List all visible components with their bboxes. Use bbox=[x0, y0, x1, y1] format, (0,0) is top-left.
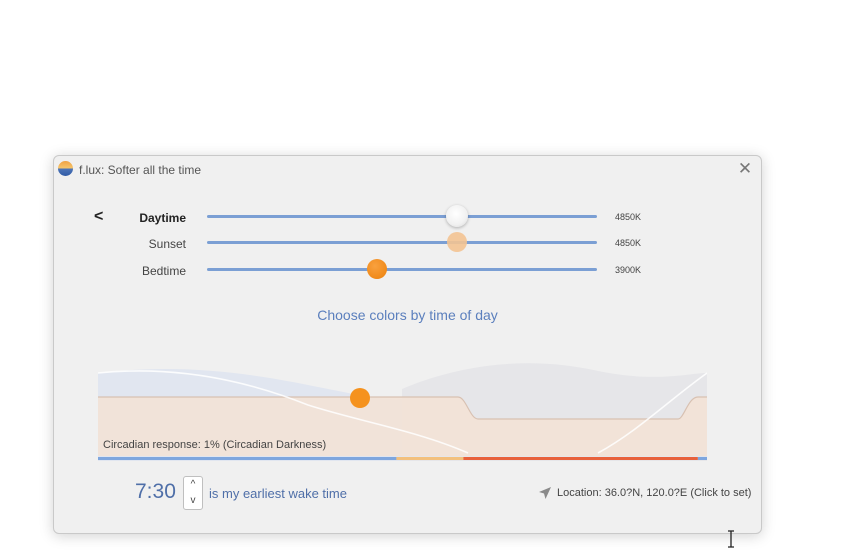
text-cursor-icon bbox=[728, 530, 734, 548]
stepper-down-icon[interactable]: v bbox=[184, 493, 202, 509]
bedtime-label: Bedtime bbox=[141, 264, 186, 278]
back-button[interactable]: < bbox=[94, 208, 103, 226]
daytime-slider-thumb[interactable] bbox=[445, 205, 468, 227]
choose-colors-link[interactable]: Choose colors by time of day bbox=[54, 307, 761, 323]
current-time-marker[interactable] bbox=[350, 388, 370, 408]
stepper-up-icon[interactable]: ^ bbox=[184, 477, 202, 493]
sunset-value: 4850K bbox=[615, 238, 642, 248]
title-bar: f.lux: Softer all the time ✕ bbox=[54, 156, 761, 183]
daytime-value: 4850K bbox=[615, 212, 642, 222]
daytime-slider[interactable] bbox=[207, 215, 597, 218]
window-title: f.lux: Softer all the time bbox=[79, 163, 202, 177]
timeline-segment-1 bbox=[396, 457, 464, 460]
circadian-response-text: Circadian response: 1% (Circadian Darkne… bbox=[103, 439, 327, 451]
daytime-label: Daytime bbox=[139, 211, 186, 225]
bedtime-slider[interactable] bbox=[207, 268, 597, 271]
sunset-label: Sunset bbox=[148, 237, 186, 251]
timeline-bar bbox=[98, 457, 707, 460]
location-link[interactable]: Location: 36.0?N, 120.0?E (Click to set) bbox=[557, 487, 751, 499]
location-arrow-icon[interactable] bbox=[538, 486, 552, 500]
bedtime-value: 3900K bbox=[615, 265, 642, 275]
wake-time-label: is my earliest wake time bbox=[209, 486, 347, 501]
sunset-slider[interactable] bbox=[207, 241, 597, 244]
wake-time-value[interactable]: 7:30 bbox=[135, 480, 176, 504]
wake-time-stepper[interactable]: ^ v bbox=[183, 476, 203, 510]
timeline-segment-0 bbox=[98, 457, 397, 460]
flux-window: f.lux: Softer all the time ✕ < Daytime 4… bbox=[53, 155, 762, 534]
close-button[interactable]: ✕ bbox=[733, 158, 757, 180]
timeline-segment-2 bbox=[463, 457, 698, 460]
sunset-slider-thumb[interactable] bbox=[446, 232, 467, 252]
timeline-segment-3 bbox=[697, 457, 707, 460]
flux-logo-icon bbox=[58, 161, 73, 176]
bedtime-slider-thumb[interactable] bbox=[366, 259, 387, 279]
